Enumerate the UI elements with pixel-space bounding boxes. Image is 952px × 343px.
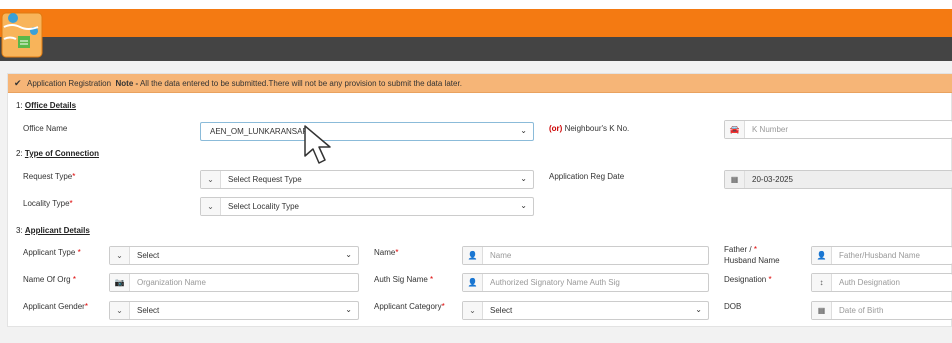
- user-icon: 👤: [812, 247, 832, 264]
- chevron-down-icon: ⌄: [695, 305, 702, 314]
- chevron-down-icon: ⌄: [110, 247, 130, 264]
- father-husband-name-label: Father / * Husband Name: [724, 245, 780, 265]
- name-input[interactable]: 👤 Name: [462, 246, 709, 265]
- header-orange-bar: [0, 9, 952, 37]
- header-nav-bar: [0, 37, 952, 61]
- auth-sig-name-label: Auth Sig Name *: [374, 275, 434, 284]
- designation-input[interactable]: ↕ Auth Designation: [811, 273, 952, 292]
- auth-sig-name-input[interactable]: 👤 Authorized Signatory Name Auth Sig: [462, 273, 709, 292]
- calendar-icon: ▦: [725, 171, 745, 188]
- applicant-category-select[interactable]: ⌄ Select ⌄: [462, 301, 709, 320]
- applicant-gender-select[interactable]: ⌄ Select ⌄: [109, 301, 359, 320]
- applicant-type-label: Applicant Type *: [23, 248, 81, 257]
- org-name-label: Name Of Org *: [23, 275, 76, 284]
- neighbour-k-no-label: (or) Neighbour's K No.: [549, 124, 630, 133]
- notice-banner: ✔ Application Registration Note - All th…: [8, 74, 952, 93]
- k-number-input[interactable]: 🚘 K Number: [724, 120, 952, 139]
- calendar-icon: ▦: [812, 302, 832, 319]
- mouse-cursor-icon: [304, 125, 331, 164]
- notice-title: Application Registration: [27, 79, 112, 88]
- office-name-label: Office Name: [23, 124, 68, 133]
- chevron-down-icon: ⌄: [463, 302, 483, 319]
- office-name-select[interactable]: AEN_OM_LUNKARANSAR ⌄: [200, 122, 534, 141]
- section-type-of-connection: 2: Type of Connection: [16, 149, 99, 158]
- chevron-down-icon: ⌄: [520, 126, 527, 135]
- chevron-down-icon: ⌄: [110, 302, 130, 319]
- section-applicant-details: 3: Applicant Details: [16, 226, 90, 235]
- dob-label: DOB: [724, 302, 742, 311]
- site-logo[interactable]: [0, 9, 46, 61]
- sort-icon: ↕: [812, 274, 832, 291]
- notice-note-label: Note -: [115, 79, 139, 88]
- car-icon: 🚘: [725, 121, 745, 138]
- chevron-down-icon: ⌄: [520, 201, 527, 210]
- request-type-select[interactable]: ⌄ Select Request Type ⌄: [200, 170, 534, 189]
- request-type-label: Request Type*: [23, 172, 76, 181]
- application-reg-date-label: Application Reg Date: [549, 172, 625, 181]
- notice-note-text: All the data entered to be submitted.The…: [139, 79, 462, 88]
- chevron-down-icon: ⌄: [201, 198, 221, 215]
- camera-icon: 📷: [110, 274, 130, 291]
- chevron-down-icon: ⌄: [345, 305, 352, 314]
- applicant-type-select[interactable]: ⌄ Select ⌄: [109, 246, 359, 265]
- user-icon: 👤: [463, 274, 483, 291]
- chevron-down-icon: ⌄: [201, 171, 221, 188]
- designation-label: Designation *: [724, 275, 772, 284]
- section-office-details: 1: Office Details: [16, 101, 77, 110]
- chevron-down-icon: ⌄: [345, 250, 352, 259]
- user-icon: 👤: [463, 247, 483, 264]
- dob-input[interactable]: ▦ Date of Birth: [811, 301, 952, 320]
- applicant-category-label: Applicant Category*: [374, 302, 445, 311]
- father-husband-name-input[interactable]: 👤 Father/Husband Name: [811, 246, 952, 265]
- browser-top-strip: [0, 0, 952, 9]
- organization-name-input[interactable]: 📷 Organization Name: [109, 273, 359, 292]
- check-icon: ✔: [14, 78, 22, 88]
- name-label: Name*: [374, 248, 399, 257]
- locality-type-label: Locality Type*: [23, 199, 73, 208]
- locality-type-select[interactable]: ⌄ Select Locality Type ⌄: [200, 197, 534, 216]
- chevron-down-icon: ⌄: [520, 174, 527, 183]
- applicant-gender-label: Applicant Gender*: [23, 302, 88, 311]
- application-form: ✔ Application Registration Note - All th…: [7, 73, 952, 327]
- application-reg-date-field: ▦ 20-03-2025: [724, 170, 952, 189]
